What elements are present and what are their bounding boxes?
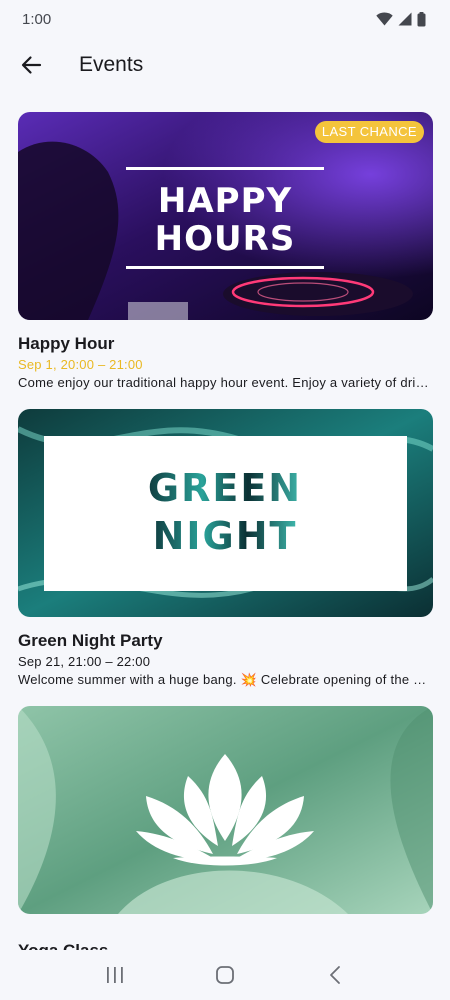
poster-line-1: GREEN: [148, 466, 302, 510]
back-button[interactable]: [7, 41, 55, 89]
event-description: Come enjoy our traditional happy hour ev…: [18, 375, 430, 390]
event-date: Sep 1, 20:00 – 21:00: [18, 357, 143, 372]
top-app-bar: Events: [0, 38, 450, 92]
event-date: Sep 21, 21:00 – 22:00: [18, 654, 151, 669]
recents-button[interactable]: [91, 955, 139, 995]
event-card-yoga[interactable]: [18, 706, 433, 914]
battery-icon: [417, 11, 426, 26]
yoga-poster: [18, 706, 433, 914]
signal-icon: [398, 12, 412, 26]
page-title: Events: [79, 53, 144, 76]
poster-line-2: HOURS: [155, 219, 296, 259]
home-button[interactable]: [201, 955, 249, 995]
event-description: Welcome summer with a huge bang. 💥 Celeb…: [18, 672, 430, 687]
event-card-happy-hour[interactable]: HAPPY HOURS LAST CHANCE Happy Hour Sep 1…: [18, 112, 433, 392]
system-back-button[interactable]: [311, 955, 359, 995]
status-icons: [376, 11, 426, 27]
status-bar: 1:00: [0, 0, 450, 38]
event-card-green-night[interactable]: GREEN NIGHT Green Night Party Sep 21, 21…: [18, 409, 433, 689]
home-icon: [216, 966, 234, 984]
arrow-left-icon: [21, 56, 42, 74]
back-icon: [330, 966, 340, 984]
green-night-poster: GREEN NIGHT: [18, 409, 433, 617]
event-title: Green Night Party: [18, 631, 163, 650]
happy-hours-poster: HAPPY HOURS: [18, 112, 433, 320]
event-image-yoga: [18, 706, 433, 914]
last-chance-badge: LAST CHANCE: [314, 121, 424, 143]
poster-line-1: HAPPY: [158, 181, 292, 221]
event-image-happy-hours: HAPPY HOURS LAST CHANCE: [18, 112, 433, 320]
event-image-green-night: GREEN NIGHT: [18, 409, 433, 617]
poster-line-2: NIGHT: [153, 514, 298, 558]
wifi-icon: [376, 12, 393, 26]
system-navigation-bar: [0, 950, 450, 1000]
recents-icon: [107, 967, 123, 983]
event-title: Yoga Class: [18, 940, 108, 950]
event-title: Happy Hour: [18, 334, 115, 353]
events-list: HAPPY HOURS LAST CHANCE Happy Hour Sep 1…: [18, 112, 433, 914]
status-time: 1:00: [22, 10, 52, 28]
